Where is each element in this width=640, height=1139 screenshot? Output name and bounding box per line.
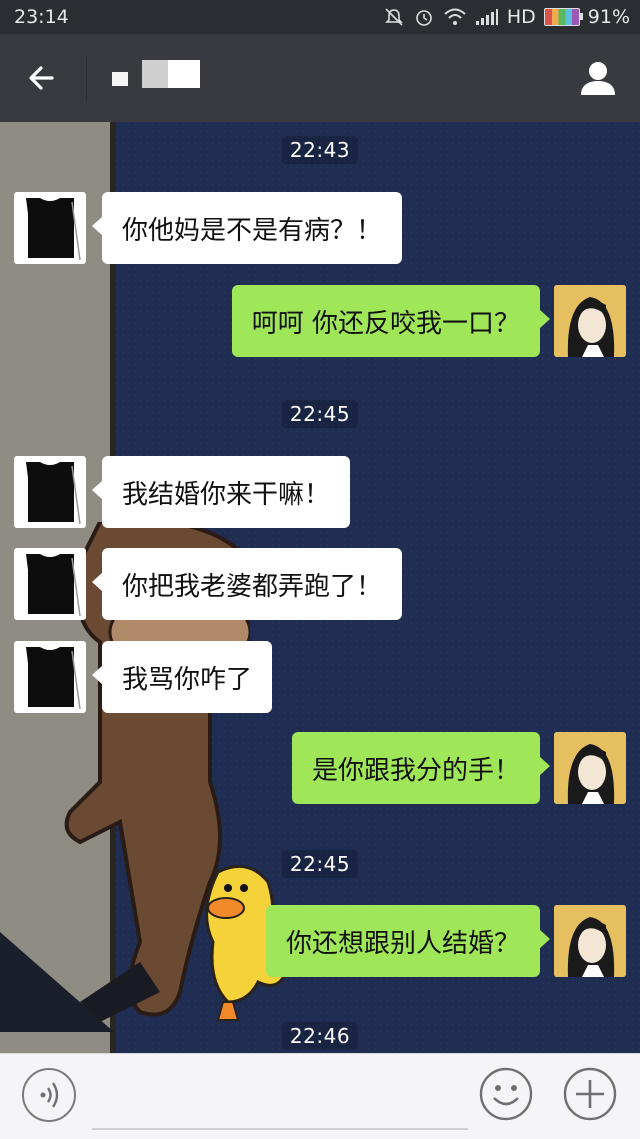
received-message[interactable]: 你把我老婆都弄跑了！ [91, 548, 403, 620]
my-avatar-image [554, 285, 626, 357]
voice-button[interactable] [22, 1068, 76, 1122]
contact-avatar[interactable] [14, 641, 86, 713]
back-button[interactable] [22, 56, 66, 100]
contact-avatar-image [26, 198, 81, 261]
network-type: HD [506, 6, 536, 28]
timestamp: 22:45 [281, 850, 359, 878]
chat-info-button[interactable] [578, 58, 618, 98]
title-bar [0, 34, 640, 122]
title-divider [86, 56, 87, 102]
chat-area[interactable]: 22:43 你他妈是不是有病？！ 呵呵 你还反咬我一口？ 22:45 我结婚你来… [0, 122, 640, 1053]
sent-message[interactable]: 是你跟我分的手！ [291, 732, 551, 804]
my-avatar-image [554, 732, 626, 804]
plus-icon [563, 1067, 617, 1121]
message-input[interactable] [92, 1068, 468, 1130]
input-bar [0, 1053, 640, 1139]
contact-avatar-image [26, 554, 81, 617]
my-avatar[interactable] [554, 285, 626, 357]
person-icon [581, 62, 615, 95]
status-bar: 23:14 HD 91% [0, 0, 640, 34]
wifi-icon [444, 8, 466, 25]
battery-level: 91% [587, 6, 630, 28]
contact-avatar[interactable] [14, 456, 86, 528]
timestamp: 22:45 [281, 400, 359, 428]
contact-avatar-image [26, 647, 81, 710]
my-avatar[interactable] [554, 905, 626, 977]
contact-avatar[interactable] [14, 548, 86, 620]
received-message[interactable]: 我骂你咋了 [91, 641, 273, 713]
timestamp: 22:46 [281, 1022, 359, 1050]
status-time: 23:14 [14, 6, 69, 28]
my-avatar-image [554, 905, 626, 977]
contact-avatar-image [26, 462, 81, 525]
sent-message[interactable]: 呵呵 你还反咬我一口？ [231, 285, 551, 357]
back-arrow-icon [29, 66, 54, 90]
status-icons: HD 91% [383, 6, 630, 28]
emoji-button[interactable] [478, 1066, 534, 1122]
mute-icon [384, 8, 403, 26]
contact-avatar[interactable] [14, 192, 86, 264]
emoji-icon [479, 1067, 533, 1121]
more-button[interactable] [562, 1066, 618, 1122]
received-message[interactable]: 我结婚你来干嘛！ [91, 456, 351, 528]
received-message[interactable]: 你他妈是不是有病？！ [91, 192, 403, 264]
my-avatar[interactable] [554, 732, 626, 804]
timestamp: 22:43 [281, 136, 359, 164]
voice-icon [40, 1082, 59, 1108]
sent-message[interactable]: 你还想跟别人结婚？ [265, 905, 551, 977]
battery-icon [543, 8, 583, 26]
alarm-icon [416, 10, 432, 26]
signal-icon [475, 9, 498, 25]
